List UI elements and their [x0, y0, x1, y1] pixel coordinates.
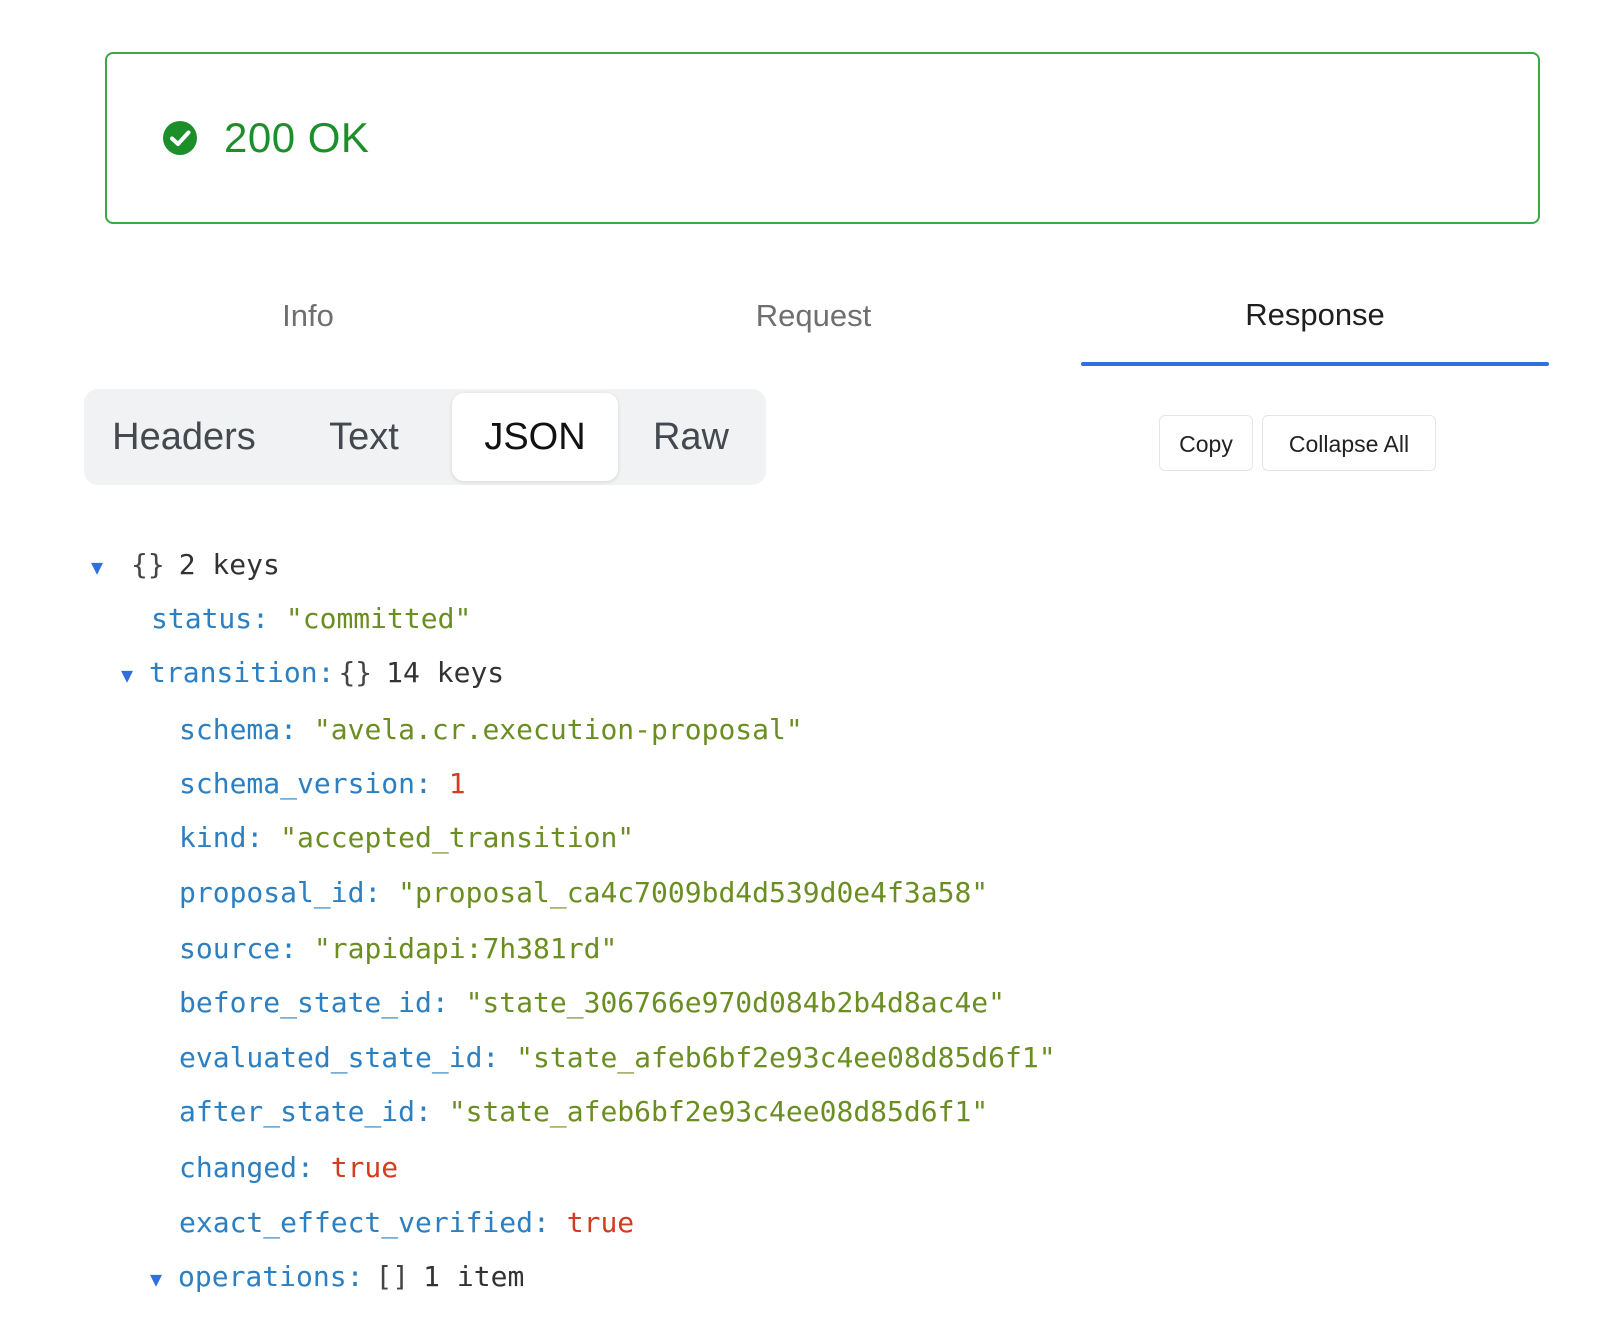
- json-key: source:: [179, 932, 298, 965]
- active-tab-indicator: [1081, 362, 1549, 366]
- status-banner: 200 OK: [105, 52, 1540, 224]
- json-value: "avela.cr.execution-proposal": [313, 713, 803, 746]
- json-value: "committed": [285, 602, 472, 635]
- root-key-count: 2 keys: [178, 548, 280, 581]
- json-key: transition:: [149, 656, 335, 689]
- json-key: schema_version:: [179, 767, 432, 800]
- operations-bracket: []: [375, 1260, 410, 1293]
- status-code-text: 200 OK: [224, 114, 370, 161]
- tree-row-field: exact_effect_verified: true: [179, 1203, 634, 1243]
- tree-row-status: status: "committed": [151, 599, 471, 639]
- json-value: "accepted_transition": [280, 821, 635, 854]
- tab-info[interactable]: Info: [66, 280, 550, 366]
- json-value: "state_afeb6bf2e93c4ee08d85d6f1": [448, 1095, 989, 1128]
- operations-item-count: 1 item: [423, 1260, 525, 1293]
- json-value: 1: [448, 767, 466, 800]
- view-tab-json[interactable]: JSON: [452, 393, 618, 481]
- transition-key-count: 14 keys: [386, 656, 505, 689]
- check-circle-icon: [163, 121, 197, 155]
- tab-request[interactable]: Request: [550, 280, 1077, 366]
- json-key: proposal_id:: [179, 876, 382, 909]
- caret-down-icon[interactable]: ▼: [91, 547, 119, 587]
- tree-root-row: ▼ {} 2 keys: [91, 545, 280, 585]
- json-value: "rapidapi:7h381rd": [313, 932, 618, 965]
- json-key: evaluated_state_id:: [179, 1041, 500, 1074]
- view-tab-raw[interactable]: Raw: [636, 393, 746, 481]
- caret-down-icon[interactable]: ▼: [121, 655, 149, 695]
- json-key: before_state_id:: [179, 986, 449, 1019]
- json-key: schema:: [179, 713, 298, 746]
- tree-row-field: proposal_id: "proposal_ca4c7009bd4d539d0…: [179, 873, 988, 913]
- json-value: true: [330, 1151, 399, 1184]
- tree-row-field: source: "rapidapi:7h381rd": [179, 929, 617, 969]
- json-key: operations:: [178, 1260, 364, 1293]
- view-mode-selector: Headers Text JSON Raw: [84, 389, 766, 485]
- caret-down-icon[interactable]: ▼: [150, 1259, 178, 1299]
- collapse-all-button[interactable]: Collapse All: [1262, 415, 1436, 471]
- json-value: "proposal_ca4c7009bd4d539d0e4f3a58": [398, 876, 989, 909]
- json-key: status:: [151, 602, 270, 635]
- tree-row-field: after_state_id: "state_afeb6bf2e93c4ee08…: [179, 1092, 988, 1132]
- view-tab-headers[interactable]: Headers: [98, 393, 270, 481]
- tree-row-field: evaluated_state_id: "state_afeb6bf2e93c4…: [179, 1038, 1056, 1078]
- view-tab-text[interactable]: Text: [303, 393, 425, 481]
- main-tabs: Info Request Response: [66, 280, 1550, 366]
- tree-row-transition: ▼ transition:{} 14 keys: [121, 653, 504, 693]
- tab-response[interactable]: Response: [1081, 280, 1549, 366]
- transition-brace: {}: [338, 656, 373, 689]
- json-key: exact_effect_verified:: [179, 1206, 550, 1239]
- json-key: changed:: [179, 1151, 314, 1184]
- json-key: after_state_id:: [179, 1095, 432, 1128]
- tree-row-field: kind: "accepted_transition": [179, 818, 634, 858]
- tree-row-operations: ▼ operations: [] 1 item: [150, 1257, 524, 1297]
- tree-row-field: schema_version: 1: [179, 764, 466, 804]
- tree-row-field: schema: "avela.cr.execution-proposal": [179, 710, 803, 750]
- json-key: kind:: [179, 821, 264, 854]
- json-value: true: [566, 1206, 635, 1239]
- json-value: "state_306766e970d084b2b4d8ac4e": [465, 986, 1006, 1019]
- json-value: "state_afeb6bf2e93c4ee08d85d6f1": [516, 1041, 1056, 1074]
- tree-row-field: changed: true: [179, 1148, 398, 1188]
- tree-row-field: before_state_id: "state_306766e970d084b2…: [179, 983, 1005, 1023]
- copy-button[interactable]: Copy: [1159, 415, 1253, 471]
- root-brace: {}: [131, 548, 165, 581]
